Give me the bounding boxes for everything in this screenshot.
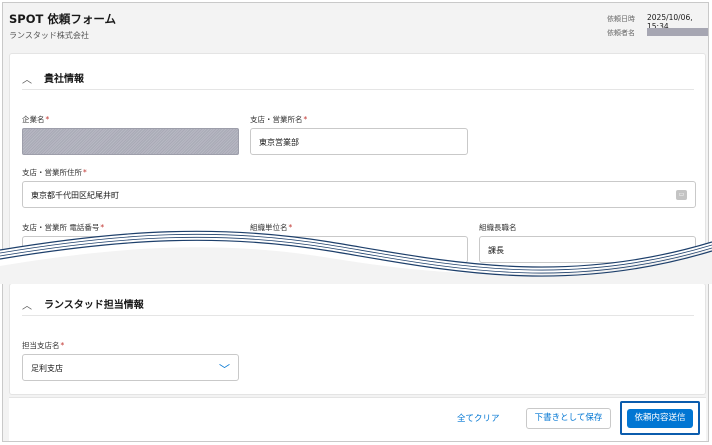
request-date-label: 依頼日時 <box>607 15 635 23</box>
save-draft-button[interactable]: 下書きとして保存 <box>526 408 611 429</box>
requester-label: 依頼者名 <box>607 29 635 37</box>
randstad-info-title: ランスタッド担当情報 <box>44 300 144 311</box>
company-name-field-redacted[interactable] <box>22 128 239 155</box>
chevron-up-icon[interactable]: ︿ <box>22 297 32 312</box>
page-title: SPOT 依頼フォーム <box>9 12 116 26</box>
address-picker-icon[interactable]: ▭ <box>676 190 687 200</box>
company-name-label: 企業名* <box>22 115 50 124</box>
company-info-header[interactable]: ︿ 貴社情報 <box>22 68 694 90</box>
randstad-info-card: ︿ ランスタッド担当情報 担当支店名* 足利支店 ﹀ <box>9 283 706 395</box>
form-footer: 全てクリア 下書きとして保存 依頼内容送信 <box>9 397 706 441</box>
branch-address-input[interactable]: 東京都千代田区紀尾井町 ▭ <box>22 181 696 208</box>
chevron-down-icon[interactable]: ﹀ <box>219 361 230 377</box>
assigned-branch-select[interactable]: 足利支店 ﹀ <box>22 354 239 381</box>
branch-name-input[interactable]: 東京営業部 <box>250 128 468 155</box>
clear-all-button[interactable]: 全てクリア <box>457 412 500 424</box>
assigned-branch-value: 足利支店 <box>31 364 63 373</box>
submit-request-button[interactable]: 依頼内容送信 <box>627 409 693 428</box>
chevron-up-icon[interactable]: ︿ <box>22 71 32 86</box>
company-info-title: 貴社情報 <box>44 74 84 85</box>
branch-address-label: 支店・営業所住所* <box>22 168 87 177</box>
company-subtitle: ランスタッド株式会社 <box>9 31 89 40</box>
form-window: SPOT 依頼フォーム ランスタッド株式会社 依頼日時 2025/10/06, … <box>2 2 709 442</box>
branch-address-value: 東京都千代田区紀尾井町 <box>31 191 119 200</box>
randstad-info-header[interactable]: ︿ ランスタッド担当情報 <box>22 294 694 316</box>
assigned-branch-label: 担当支店名* <box>22 341 65 350</box>
page-header: SPOT 依頼フォーム ランスタッド株式会社 依頼日時 2025/10/06, … <box>3 3 708 51</box>
branch-name-label: 支店・営業所名* <box>250 115 308 124</box>
page-break-wave <box>0 230 712 284</box>
requester-name-redacted <box>647 28 708 36</box>
submit-highlight: 依頼内容送信 <box>620 401 700 435</box>
